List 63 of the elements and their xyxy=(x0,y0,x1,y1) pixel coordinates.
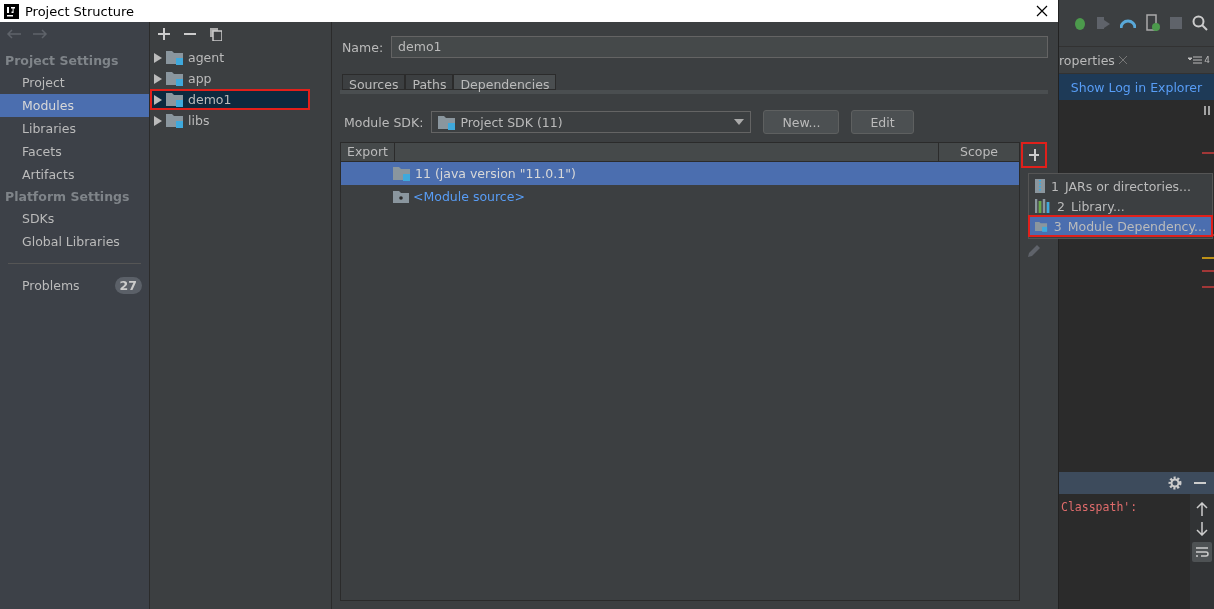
search-icon[interactable] xyxy=(1192,15,1208,31)
menu-item[interactable]: 1 JARs or directories... xyxy=(1029,176,1212,196)
sidebar-item[interactable]: Facets xyxy=(0,140,149,163)
sdk-folder-icon xyxy=(393,166,411,181)
tree-item[interactable]: demo1 xyxy=(150,89,310,110)
expand-arrow-icon[interactable] xyxy=(154,52,162,63)
module-folder-icon xyxy=(166,92,184,107)
device-icon[interactable] xyxy=(1146,14,1160,32)
window-title: Project Structure xyxy=(25,3,135,19)
sidebar-item[interactable]: Global Libraries xyxy=(0,230,149,253)
sidebar-item[interactable]: SDKs xyxy=(0,207,149,230)
sidebar-item[interactable]: Problems xyxy=(22,278,80,293)
close-icon[interactable] xyxy=(1036,5,1048,17)
field-label: Name: xyxy=(341,39,384,55)
pause-icon xyxy=(1204,106,1210,115)
notification-banner[interactable]: Show Log in Explorer xyxy=(1059,74,1214,100)
app-logo-icon xyxy=(4,3,19,19)
module-folder-icon xyxy=(166,50,184,65)
expand-arrow-icon[interactable] xyxy=(154,73,162,84)
table-row[interactable]: 11 (java version "11.0.1") xyxy=(341,162,1019,185)
dropdown-caret-icon xyxy=(734,119,745,125)
gauge-icon[interactable] xyxy=(1120,17,1136,29)
settings-icon[interactable] xyxy=(1168,476,1182,490)
name-field[interactable]: demo1 xyxy=(391,36,1048,58)
menu-item[interactable]: 2 Library... xyxy=(1029,196,1212,216)
module-folder-icon xyxy=(166,71,184,86)
module-folder-icon xyxy=(166,113,184,128)
column-header: Export xyxy=(341,143,395,161)
add-icon[interactable] xyxy=(158,28,170,40)
jar-icon xyxy=(1035,179,1045,193)
copy-icon[interactable] xyxy=(210,28,222,41)
tree-item[interactable]: libs xyxy=(150,110,310,131)
tab-count: 4 xyxy=(1204,55,1210,65)
tree-item[interactable]: app xyxy=(150,68,310,89)
library-icon xyxy=(1035,199,1051,213)
editor-tab[interactable]: roperties xyxy=(1059,52,1115,68)
up-arrow-icon[interactable] xyxy=(1196,502,1208,516)
section-heading: Platform Settings xyxy=(4,188,131,206)
expand-arrow-icon[interactable] xyxy=(154,115,162,126)
table-row[interactable]: <Module source> xyxy=(341,185,1019,208)
sdk-folder-icon xyxy=(438,114,457,130)
sdk-dropdown[interactable]: Project SDK (11) xyxy=(431,111,752,133)
sidebar-item[interactable]: Modules xyxy=(0,94,149,117)
expand-arrow-icon[interactable] xyxy=(154,94,162,105)
section-heading: Project Settings xyxy=(4,52,120,70)
soft-wrap-icon[interactable] xyxy=(1192,542,1212,562)
tree-item[interactable]: agent xyxy=(150,47,310,68)
field-label: Module SDK: xyxy=(344,114,424,130)
console-output: Classpath': xyxy=(1060,499,1139,516)
sidebar-item[interactable]: Libraries xyxy=(0,117,149,140)
sidebar-item[interactable]: Project xyxy=(0,71,149,94)
dialog-button[interactable]: Edit xyxy=(851,110,914,134)
dialog-button[interactable]: New... xyxy=(763,110,840,134)
column-header: Scope xyxy=(958,143,1000,161)
down-arrow-icon[interactable] xyxy=(1196,522,1208,536)
count-badge: 27 xyxy=(114,277,142,294)
tab[interactable]: Sources xyxy=(342,74,406,90)
folder-icon xyxy=(393,190,409,203)
tab-list-icon[interactable] xyxy=(1188,56,1203,64)
tab[interactable]: Dependencies xyxy=(453,74,557,90)
add-icon[interactable] xyxy=(1029,149,1039,161)
sidebar-item[interactable]: Artifacts xyxy=(0,163,149,186)
tab[interactable]: Paths xyxy=(405,74,454,90)
